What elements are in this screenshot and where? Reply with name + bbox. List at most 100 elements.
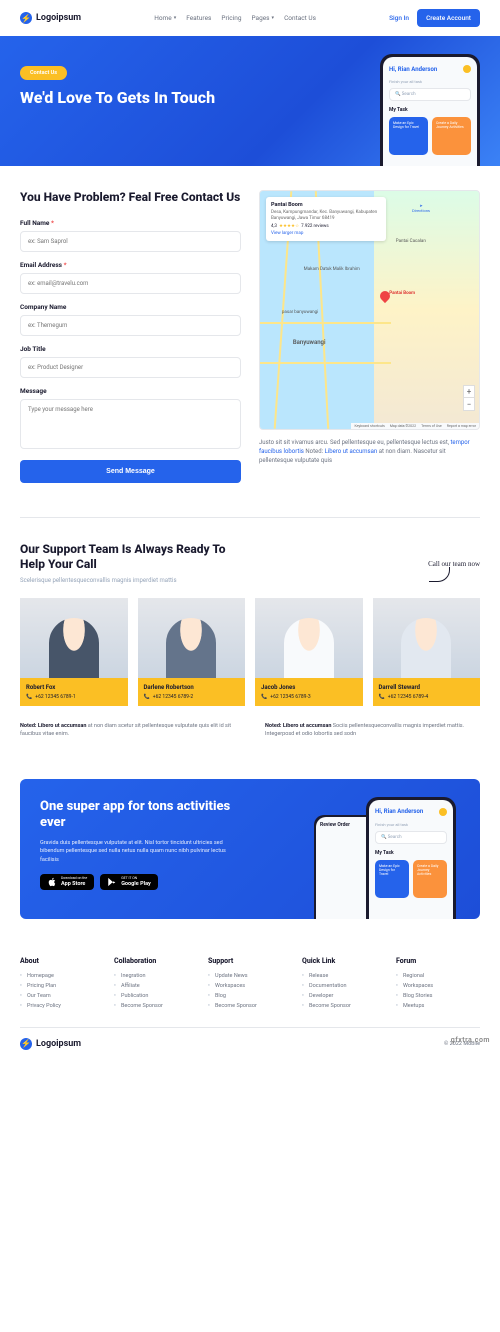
footer-link[interactable]: Documentation — [302, 981, 386, 991]
phone-icon: 📞 — [379, 694, 385, 700]
brand-logo[interactable]: ⚡ Logoipsum — [20, 1038, 81, 1050]
team-phone[interactable]: 📞+62 12345 6789-3 — [261, 694, 357, 700]
phone-card-1: Make an Epic Design for Travel — [375, 860, 409, 898]
team-card: Robert Fox 📞+62 12345 6789-1 — [20, 598, 128, 706]
logo-icon: ⚡ — [20, 1038, 32, 1050]
footer-link[interactable]: Pricing Plan — [20, 981, 104, 991]
footer-link[interactable]: Inegration — [114, 971, 198, 981]
brand-logo[interactable]: ⚡ Logoipsum — [20, 12, 81, 24]
job-input[interactable] — [20, 357, 241, 378]
desc-link-2[interactable]: Libero ut accumsan — [325, 448, 378, 455]
phone-my-task-label: My Task — [375, 850, 447, 856]
watermark: gfxtra.com — [451, 1036, 490, 1044]
team-phone[interactable]: 📞+62 12345 6789-4 — [379, 694, 475, 700]
footer-link[interactable]: Regional — [396, 971, 480, 981]
footer-link[interactable]: Blog Stories — [396, 991, 480, 1001]
nav-home[interactable]: Home▾ — [154, 14, 176, 22]
footer: About Homepage Pricing Plan Our Team Pri… — [0, 939, 500, 1060]
nav-contact[interactable]: Contact Us — [284, 14, 316, 22]
app-store-button[interactable]: Download on theApp Store — [40, 874, 94, 890]
phone-greeting: Hi, Rian Anderson — [375, 808, 423, 815]
footer-col-collab: Collaboration Inegration Affiliate Publi… — [114, 957, 198, 1011]
avatar-icon — [463, 65, 471, 73]
phone-card-2: Create a Daily Journey Activities — [413, 860, 447, 898]
map-directions[interactable]: ➤Directions — [412, 203, 430, 213]
message-input[interactable] — [20, 399, 241, 449]
nav-features[interactable]: Features — [186, 14, 211, 22]
phone-card-2: Create a Daily Journey Activities — [432, 117, 471, 155]
footer-link[interactable]: Meetups — [396, 1001, 480, 1011]
footer-link[interactable]: Release — [302, 971, 386, 981]
hero-title: We'd Love To Gets In Touch — [20, 88, 220, 107]
map-rating: 4,3★★★★☆7.922 reviews — [271, 224, 381, 229]
team-name: Jacob Jones — [261, 684, 357, 691]
map-poi: pasar banyuwangi — [282, 310, 318, 315]
top-nav: Home▾ Features Pricing Pages▾ Contact Us — [154, 14, 316, 22]
map-poi: Makam Datuk Malik Ibrahim — [304, 267, 360, 272]
phone-subtitle: Finish your all task — [375, 822, 447, 827]
job-label: Job Title — [20, 345, 241, 353]
footer-link[interactable]: Become Sponsor — [114, 1001, 198, 1011]
team-name: Robert Fox — [26, 684, 122, 691]
footer-link[interactable]: Publication — [114, 991, 198, 1001]
chevron-down-icon: ▾ — [272, 15, 275, 21]
team-phone[interactable]: 📞+62 12345 6789-1 — [26, 694, 122, 700]
footer-link[interactable]: Become Sponsor — [302, 1001, 386, 1011]
signin-link[interactable]: Sign In — [389, 14, 409, 22]
footer-col-about: About Homepage Pricing Plan Our Team Pri… — [20, 957, 104, 1011]
hero-badge: Contact Us — [20, 66, 67, 80]
phone-card-1: Make an Epic Design for Travel — [389, 117, 428, 155]
footer-link[interactable]: Affiliate — [114, 981, 198, 991]
map-info-popup: Pantai Boom Desa, Kampungmandar, Kec. Ba… — [266, 197, 386, 241]
footer-link[interactable]: Workspaces — [396, 981, 480, 991]
zoom-in-button[interactable]: + — [464, 386, 474, 398]
footer-link[interactable]: Our Team — [20, 991, 104, 1001]
footer-link[interactable]: Blog — [208, 991, 292, 1001]
footer-link[interactable]: Privacy Policy — [20, 1001, 104, 1011]
footer-link[interactable]: Workspaces — [208, 981, 292, 991]
map-popup-title: Pantai Boom — [271, 202, 381, 208]
footer-link[interactable]: Update News — [208, 971, 292, 981]
header: ⚡ Logoipsum Home▾ Features Pricing Pages… — [0, 0, 500, 36]
brand-name: Logoipsum — [36, 13, 81, 23]
footer-col-forum: Forum Regional Workspaces Blog Stories M… — [396, 957, 480, 1011]
nav-pricing[interactable]: Pricing — [221, 14, 241, 22]
support-notes: Noted: Libero ut accumsan at non diam sc… — [20, 722, 480, 739]
company-input[interactable] — [20, 315, 241, 336]
footer-col-support: Support Update News Workspaces Blog Beco… — [208, 957, 292, 1011]
apple-icon — [47, 877, 57, 887]
cta-title: One super app for tons activities ever — [40, 799, 240, 832]
email-input[interactable] — [20, 273, 241, 294]
contact-map-side: Makam Datuk Malik Ibrahim pasar banyuwan… — [259, 190, 480, 483]
contact-form: You Have Problem? Feal Free Contact Us F… — [20, 190, 241, 483]
map[interactable]: Makam Datuk Malik Ibrahim pasar banyuwan… — [259, 190, 480, 430]
email-label: Email Address * — [20, 261, 241, 269]
name-input[interactable] — [20, 231, 241, 252]
google-play-icon — [107, 877, 117, 887]
footer-link[interactable]: Homepage — [20, 971, 104, 981]
map-view-larger-link[interactable]: View larger map — [271, 231, 381, 236]
brand-name: Logoipsum — [36, 1039, 81, 1049]
avatar-icon — [439, 808, 447, 816]
handwritten-note: Call our team now — [428, 560, 480, 568]
phone-icon: 📞 — [261, 694, 267, 700]
zoom-out-button[interactable]: − — [464, 398, 474, 410]
submit-button[interactable]: Send Message — [20, 460, 241, 483]
nav-pages[interactable]: Pages▾ — [251, 14, 274, 22]
create-account-button[interactable]: Create Account — [417, 9, 480, 27]
phone-icon: 📞 — [144, 694, 150, 700]
phone-greeting: Hi, Rian Anderson — [389, 66, 437, 73]
header-actions: Sign In Create Account — [389, 9, 480, 27]
name-label: Full Name * — [20, 219, 241, 227]
phone-mockup: Hi, Rian Anderson Finish your all task 🔍… — [380, 54, 480, 166]
google-play-button[interactable]: GET IT ONGoogle Play — [100, 874, 158, 890]
support-subtitle: Scelerisque pellentesqueconvallis magnis… — [20, 577, 250, 584]
team-phone[interactable]: 📞+62 12345 6789-2 — [144, 694, 240, 700]
map-zoom: + − — [463, 385, 475, 411]
map-attribution: Keyboard shortcutsMap data ©2022Terms of… — [351, 423, 479, 429]
logo-icon: ⚡ — [20, 12, 32, 24]
footer-link[interactable]: Developer — [302, 991, 386, 1001]
footer-link[interactable]: Become Sponsor — [208, 1001, 292, 1011]
phone-mockup-front: Hi, Rian Anderson Finish your all task 🔍… — [366, 797, 456, 919]
phone-my-task-label: My Task — [389, 107, 471, 113]
